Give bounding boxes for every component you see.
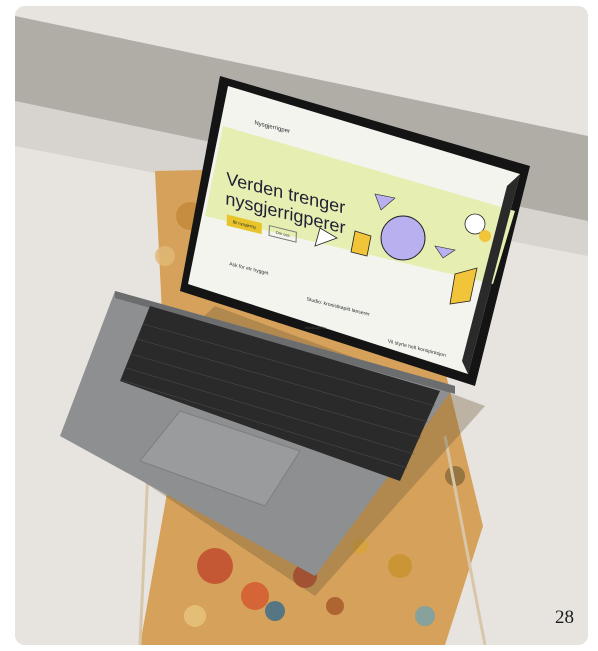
site-logo: Nysgjerrigper <box>254 120 291 136</box>
page-number: 28 <box>555 607 574 628</box>
section-title-3: Vil styrte helt konspirasjon <box>387 338 446 359</box>
section-title-1: Ask for etr hygget <box>229 261 269 277</box>
section-title-2: Studio: kronistkapitt lanserer <box>306 296 370 318</box>
laptop-brand-label: MacBook Pro <box>305 326 327 330</box>
photo-frame: Nysgjerrigper Verden trenger nysgjerrigp… <box>15 6 588 645</box>
primary-button: Bli nysgjerrig <box>226 214 262 235</box>
secondary-button: Om oss <box>268 224 297 243</box>
